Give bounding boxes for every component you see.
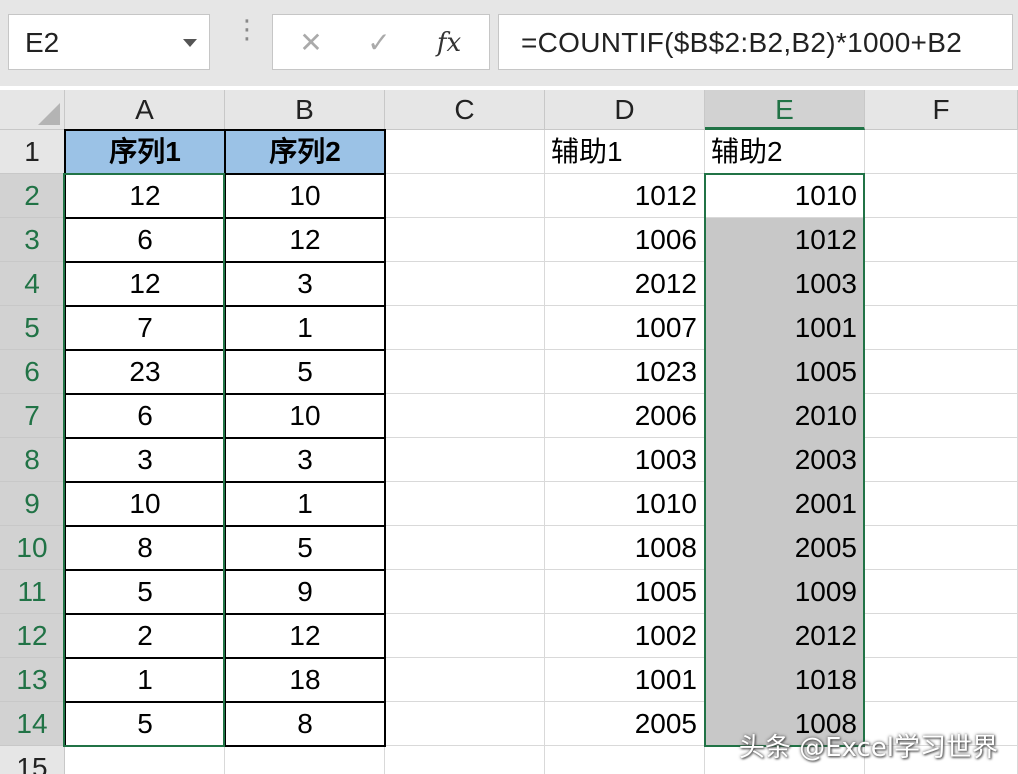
cell-a7[interactable]: 6 [65, 394, 225, 438]
cell-b7[interactable]: 10 [225, 394, 385, 438]
row-header-15[interactable]: 15 [0, 746, 65, 774]
cell-d12[interactable]: 1002 [545, 614, 705, 658]
column-header-d[interactable]: D [545, 90, 705, 130]
cell-b13[interactable]: 18 [225, 658, 385, 702]
row-header-13[interactable]: 13 [0, 658, 65, 702]
cell-d9[interactable]: 1010 [545, 482, 705, 526]
cell-e9[interactable]: 2001 [705, 482, 865, 526]
column-header-e[interactable]: E [705, 90, 865, 130]
table-border [224, 129, 226, 747]
cell-e13[interactable]: 1018 [705, 658, 865, 702]
formula-text[interactable]: =COUNTIF($B$2:B2,B2)*1000+B2 [521, 27, 962, 59]
cell-a5[interactable]: 7 [65, 306, 225, 350]
row-header-6[interactable]: 6 [0, 350, 65, 394]
enter-icon[interactable]: ✓ [357, 23, 401, 63]
row-header-1[interactable]: 1 [0, 130, 65, 174]
cell-d3[interactable]: 1006 [545, 218, 705, 262]
cancel-icon[interactable]: ✕ [289, 23, 333, 63]
row-header-9[interactable]: 9 [0, 482, 65, 526]
row-header-8[interactable]: 8 [0, 438, 65, 482]
cell-e6[interactable]: 1005 [705, 350, 865, 394]
column-header-f[interactable]: F [865, 90, 1018, 130]
cell-a2[interactable]: 12 [65, 174, 225, 218]
formula-input[interactable]: =COUNTIF($B$2:B2,B2)*1000+B2 [498, 14, 1013, 70]
cell-e8[interactable]: 2003 [705, 438, 865, 482]
cell-b11[interactable]: 9 [225, 570, 385, 614]
cell-a9[interactable]: 10 [65, 482, 225, 526]
cell-b2[interactable]: 10 [225, 174, 385, 218]
row-header-14[interactable]: 14 [0, 702, 65, 746]
cell-a10[interactable]: 8 [65, 526, 225, 570]
cell-b5[interactable]: 1 [225, 306, 385, 350]
cell-e2[interactable]: 1010 [705, 174, 865, 218]
formula-function-buttons: ✕ ✓ fx [272, 14, 490, 70]
row-header-7[interactable]: 7 [0, 394, 65, 438]
cell-a4[interactable]: 12 [65, 262, 225, 306]
table-border [64, 129, 66, 747]
name-box[interactable]: E2 [8, 14, 210, 70]
cell-b6[interactable]: 5 [225, 350, 385, 394]
name-box-value[interactable]: E2 [25, 27, 59, 59]
cell-d4[interactable]: 2012 [545, 262, 705, 306]
row-header-2[interactable]: 2 [0, 174, 65, 218]
cell-b10[interactable]: 5 [225, 526, 385, 570]
cell-a14[interactable]: 5 [65, 702, 225, 746]
header-cell-a[interactable]: 序列1 [65, 130, 225, 174]
header-cell-b[interactable]: 序列2 [225, 130, 385, 174]
cell-d7[interactable]: 2006 [545, 394, 705, 438]
cell-a6[interactable]: 23 [65, 350, 225, 394]
cell-e3[interactable]: 1012 [705, 218, 865, 262]
row-header-5[interactable]: 5 [0, 306, 65, 350]
cell-a13[interactable]: 1 [65, 658, 225, 702]
cell-d6[interactable]: 1023 [545, 350, 705, 394]
cell-d8[interactable]: 1003 [545, 438, 705, 482]
cell-e4[interactable]: 1003 [705, 262, 865, 306]
drag-handle-icon[interactable]: ⋮ [234, 16, 260, 60]
cell-e11[interactable]: 1009 [705, 570, 865, 614]
header-cell-d[interactable]: 辅助1 [545, 130, 705, 174]
cell-b9[interactable]: 1 [225, 482, 385, 526]
spreadsheet-grid[interactable]: A B C D E F 1 2 3 4 5 6 7 8 9 10 11 12 13 14 15 序列1 序列2 辅助1 辅助2 1… [0, 90, 1018, 774]
cell-d5[interactable]: 1007 [545, 306, 705, 350]
cell-b14[interactable]: 8 [225, 702, 385, 746]
cell-b4[interactable]: 3 [225, 262, 385, 306]
cell-e10[interactable]: 2005 [705, 526, 865, 570]
row-header-4[interactable]: 4 [0, 262, 65, 306]
cell-a3[interactable]: 6 [65, 218, 225, 262]
cell-b8[interactable]: 3 [225, 438, 385, 482]
formula-bar: E2 ⋮ ✕ ✓ fx =COUNTIF($B$2:B2,B2)*1000+B2 [0, 0, 1018, 86]
chevron-down-icon[interactable] [183, 39, 197, 47]
row-header-12[interactable]: 12 [0, 614, 65, 658]
column-header-a[interactable]: A [65, 90, 225, 130]
row-header-11[interactable]: 11 [0, 570, 65, 614]
cell-d10[interactable]: 1008 [545, 526, 705, 570]
cell-d2[interactable]: 1012 [545, 174, 705, 218]
row-header-3[interactable]: 3 [0, 218, 65, 262]
cell-e5[interactable]: 1001 [705, 306, 865, 350]
select-all-button[interactable] [0, 90, 65, 130]
cell-e12[interactable]: 2012 [705, 614, 865, 658]
cell-b12[interactable]: 12 [225, 614, 385, 658]
cell-d11[interactable]: 1005 [545, 570, 705, 614]
insert-function-icon[interactable]: fx [427, 23, 471, 63]
table-border [384, 129, 386, 747]
column-header-c[interactable]: C [385, 90, 545, 130]
cell-d13[interactable]: 1001 [545, 658, 705, 702]
cell-a11[interactable]: 5 [65, 570, 225, 614]
cell-a12[interactable]: 2 [65, 614, 225, 658]
column-header-b[interactable]: B [225, 90, 385, 130]
row-header-10[interactable]: 10 [0, 526, 65, 570]
cell-a8[interactable]: 3 [65, 438, 225, 482]
watermark: 头条 @Excel学习世界 [738, 733, 998, 763]
cell-b3[interactable]: 12 [225, 218, 385, 262]
cell-e7[interactable]: 2010 [705, 394, 865, 438]
select-all-triangle-icon [38, 103, 60, 125]
cell-d14[interactable]: 2005 [545, 702, 705, 746]
header-cell-e[interactable]: 辅助2 [705, 130, 865, 174]
